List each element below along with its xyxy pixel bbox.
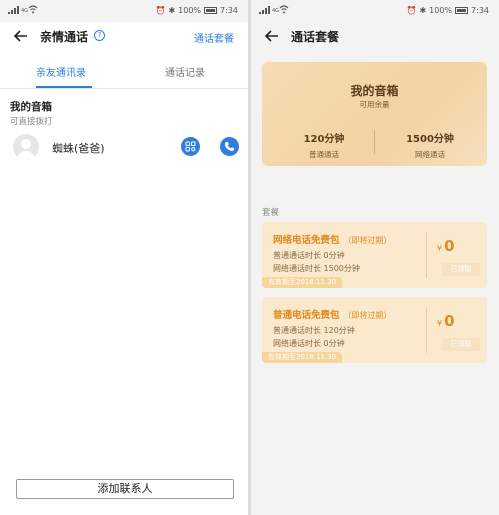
stat-label: 网络通话 xyxy=(415,150,445,159)
battery-percent: 100% xyxy=(429,6,453,15)
divider xyxy=(0,88,248,89)
package-price: ¥0 xyxy=(437,237,455,255)
balance-card: 我的音箱 可用余量 120分钟 普通通话 1500分钟 网络通话 xyxy=(262,62,487,166)
alarm-icon: ⏰ xyxy=(406,6,417,15)
family-call-screen: 4G ⏰ ✱ 100% 7:34 亲情通话 ? 通话套餐 亲友通讯录 通话记录 … xyxy=(0,0,248,515)
stat-network-call: 1500分钟 网络通话 xyxy=(380,130,480,160)
divider xyxy=(374,130,375,154)
battery-icon xyxy=(455,7,469,14)
signal-icon: 4G xyxy=(8,6,28,14)
claimed-button[interactable]: 已领取 xyxy=(442,263,480,276)
package-title: 普通电话免费包 （即将过期） xyxy=(273,310,392,321)
page-title: 亲情通话 xyxy=(40,30,89,44)
back-arrow-icon[interactable] xyxy=(263,27,281,45)
tab-bar: 亲友通讯录 通话记录 xyxy=(0,58,248,90)
packages-heading: 套餐 xyxy=(262,208,280,218)
wifi-icon xyxy=(279,5,289,14)
bluetooth-icon: ✱ xyxy=(419,6,427,15)
question-icon[interactable]: ? xyxy=(94,30,105,41)
status-bar: 4G ⏰ ✱ 100% 7:34 xyxy=(251,0,499,22)
video-call-icon xyxy=(185,141,196,152)
stat-value: 120分钟 xyxy=(303,134,345,145)
avatar xyxy=(13,134,39,160)
bluetooth-icon: ✱ xyxy=(168,6,176,15)
stat-value: 1500分钟 xyxy=(406,134,454,145)
expiring-note: （即将过期） xyxy=(343,311,392,320)
clock: 7:34 xyxy=(471,6,489,15)
device-name: 我的音箱 xyxy=(350,84,399,98)
package-card[interactable]: 网络电话免费包 （即将过期） 普通通话时长 0分钟 网络通话时长 1500分钟 ¥… xyxy=(262,222,487,288)
section-subtitle: 可直接拨打 xyxy=(10,117,53,127)
alarm-icon: ⏰ xyxy=(155,6,166,15)
call-plan-link[interactable]: 通话套餐 xyxy=(194,30,234,45)
stat-label: 普通通话 xyxy=(309,150,339,159)
battery-percent: 100% xyxy=(178,6,202,15)
package-title: 网络电话免费包 （即将过期） xyxy=(273,235,392,246)
video-call-button[interactable] xyxy=(181,137,200,156)
divider xyxy=(426,232,427,278)
package-detail: 网络通话时长 0分钟 xyxy=(273,339,345,348)
wifi-icon xyxy=(28,5,38,14)
package-price: ¥0 xyxy=(437,312,455,330)
app-bar: 通话套餐 xyxy=(251,22,499,50)
package-detail: 普通通话时长 0分钟 xyxy=(273,251,345,260)
expiring-note: （即将过期） xyxy=(343,236,392,245)
battery-icon xyxy=(204,7,218,14)
claimed-button[interactable]: 已领取 xyxy=(442,338,480,351)
phone-icon xyxy=(225,142,234,151)
balance-label: 可用余量 xyxy=(359,100,390,109)
expiry-tag: 有效期至2018.11.30 xyxy=(262,352,343,363)
section-title: 我的音箱 xyxy=(10,101,52,113)
voice-call-button[interactable] xyxy=(220,137,239,156)
package-detail: 普通通话时长 120分钟 xyxy=(273,326,355,335)
expiry-tag: 有效期至2018.11.30 xyxy=(262,277,343,288)
network-type: 4G xyxy=(21,8,29,14)
contact-name: 蜘蛛(爸爸) xyxy=(52,142,105,155)
network-type: 4G xyxy=(272,8,280,14)
tab-contacts[interactable]: 亲友通讯录 xyxy=(36,64,86,79)
contact-row[interactable]: 蜘蛛(爸爸) xyxy=(0,130,248,166)
page-title: 通话套餐 xyxy=(291,30,340,44)
package-detail: 网络通话时长 1500分钟 xyxy=(273,264,360,273)
package-card[interactable]: 普通电话免费包 （即将过期） 普通通话时长 120分钟 网络通话时长 0分钟 ¥0… xyxy=(262,297,487,363)
app-bar: 亲情通话 ? 通话套餐 xyxy=(0,22,248,50)
signal-icon: 4G xyxy=(259,6,279,14)
call-plan-screen: 4G ⏰ ✱ 100% 7:34 通话套餐 我的音箱 可用余量 120分钟 普通… xyxy=(251,0,499,515)
add-contact-button[interactable]: 添加联系人 xyxy=(16,479,234,499)
stat-regular-call: 120分钟 普通通话 xyxy=(274,130,374,160)
tab-call-history[interactable]: 通话记录 xyxy=(165,64,205,79)
clock: 7:34 xyxy=(220,6,238,15)
divider xyxy=(426,307,427,353)
back-arrow-icon[interactable] xyxy=(12,27,30,45)
status-bar: 4G ⏰ ✱ 100% 7:34 xyxy=(0,0,248,22)
